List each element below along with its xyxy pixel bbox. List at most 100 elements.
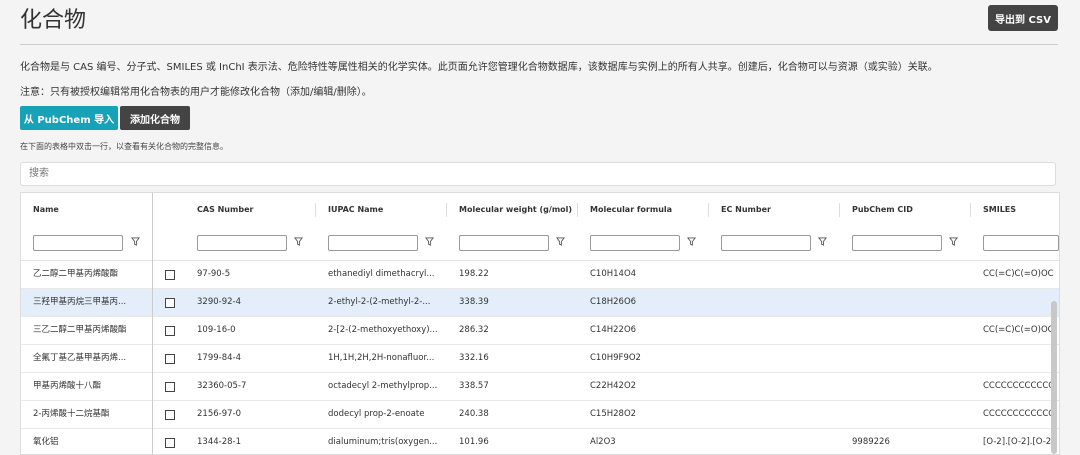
column-separator[interactable] [315, 203, 316, 217]
cell-cid [852, 289, 967, 316]
table-row[interactable]: 2-丙烯酸十二烷基酯 2156-97-0 dodecyl prop-2-enoate… [21, 401, 1059, 429]
cell-name: 氧化铝 [33, 437, 59, 447]
cell-cas: 97-90-5 [197, 269, 231, 279]
cell-smiles: CC(=C)C(=O)OC [983, 325, 1054, 335]
cell-name: 全氟丁基乙基甲基丙烯... [33, 353, 127, 363]
cell-ec [721, 289, 836, 316]
filter-input-cas[interactable] [197, 235, 287, 251]
filter-input-iupac[interactable] [328, 235, 418, 251]
table-row[interactable]: 三羟甲基丙烷三甲基丙... 3290-92-4 2-ethyl-2-(2-methy… [21, 289, 1059, 317]
cell-iupac: 2-[2-(2-methoxyethoxy)... [328, 325, 438, 335]
import-pubchem-button[interactable]: 从 PubChem 导入 [20, 106, 118, 130]
filter-icon[interactable] [818, 237, 827, 246]
column-header-cas[interactable]: CAS Number [197, 193, 253, 226]
cell-cas: 1799-84-4 [197, 353, 241, 363]
column-header-ec[interactable]: EC Number [721, 193, 771, 226]
cell-iupac: octadecyl 2-methylprop... [328, 381, 438, 391]
cell-cas: 109-16-0 [197, 325, 236, 335]
filter-input-mw[interactable] [459, 235, 549, 251]
row-checkbox[interactable] [165, 382, 175, 392]
table-row[interactable]: 三乙二醇二甲基丙烯酸酯 109-16-0 2-[2-(2-methoxyethoxy… [21, 317, 1059, 345]
search-input[interactable]: 搜索 [20, 162, 1056, 186]
filter-icon[interactable] [949, 237, 958, 246]
permission-note: 注意：只有被授权编辑常用化合物表的用户才能修改化合物（添加/编辑/删除）。 [20, 87, 372, 98]
cell-iupac: dialuminum;tris(oxygen... [328, 437, 438, 447]
filter-input-smiles[interactable] [983, 235, 1059, 251]
row-checkbox[interactable] [165, 326, 175, 336]
column-separator[interactable] [970, 203, 971, 217]
column-separator[interactable] [446, 203, 447, 217]
cell-formula: C14H22O6 [590, 325, 637, 335]
row-checkbox[interactable] [165, 354, 175, 364]
cell-smiles: CCCCCCCCCCCC [983, 381, 1055, 391]
row-checkbox[interactable] [165, 410, 175, 420]
cell-ec [721, 317, 836, 344]
cell-smiles [983, 345, 1057, 372]
filter-icon[interactable] [556, 237, 565, 246]
table-row[interactable]: 氧化铝 1344-28-1 dialuminum;tris(oxygen... 101… [21, 429, 1059, 454]
cell-name: 甲基丙烯酸十八酯 [33, 381, 102, 391]
cell-formula: C10H14O4 [590, 269, 637, 279]
row-checkbox[interactable] [165, 298, 175, 308]
table-row[interactable]: 乙二醇二甲基丙烯酸酯 97-90-5 ethanediyl dimethacryl.… [21, 261, 1059, 289]
table-row[interactable]: 全氟丁基乙基甲基丙烯... 1799-84-4 1H,1H,2H,2H-nonafl… [21, 345, 1059, 373]
column-header-smiles[interactable]: SMILES [983, 193, 1016, 226]
cell-smiles: CC(=C)C(=O)OC [983, 269, 1054, 279]
column-header-mw[interactable]: Molecular weight (g/mol) [459, 193, 572, 226]
column-separator[interactable] [839, 203, 840, 217]
cell-cid [852, 317, 967, 344]
filter-icon[interactable] [687, 237, 696, 246]
cell-mw: 198.22 [459, 269, 489, 279]
add-compound-button[interactable]: 添加化合物 [120, 106, 190, 130]
compounds-table: Name CAS Number IUPAC Name Molecular wei… [20, 192, 1060, 455]
cell-mw: 338.39 [459, 297, 489, 307]
cell-formula: C22H42O2 [590, 381, 637, 391]
column-header-name[interactable]: Name [33, 193, 59, 226]
column-header-formula[interactable]: Molecular formula [590, 193, 672, 226]
row-checkbox[interactable] [165, 438, 175, 448]
filter-icon[interactable] [425, 237, 434, 246]
filter-icon[interactable] [294, 237, 303, 246]
column-separator[interactable] [577, 203, 578, 217]
page-title: 化合物 [20, 8, 87, 33]
column-header-iupac[interactable]: IUPAC Name [328, 193, 383, 226]
filter-row [21, 226, 1059, 261]
title-divider [20, 44, 1058, 45]
table-header: Name CAS Number IUPAC Name Molecular wei… [21, 193, 1059, 227]
cell-ec [721, 429, 836, 454]
filter-input-pubchem-cid[interactable] [852, 235, 942, 251]
cell-mw: 240.38 [459, 409, 489, 419]
filter-input-formula[interactable] [590, 235, 680, 251]
row-checkbox[interactable] [165, 270, 175, 280]
cell-mw: 338.57 [459, 381, 489, 391]
pinned-column-divider [152, 193, 153, 454]
cell-ec [721, 373, 836, 400]
vertical-scrollbar[interactable] [1051, 301, 1057, 454]
filter-input-name[interactable] [33, 235, 123, 251]
cell-cid [852, 345, 967, 372]
cell-formula: Al2O3 [590, 437, 616, 447]
cell-cid [852, 373, 967, 400]
page-description: 化合物是与 CAS 编号、分子式、SMILES 或 InChI 表示法、危险特性… [20, 62, 938, 73]
export-csv-button[interactable]: 导出到 CSV [988, 5, 1058, 31]
cell-formula: C18H26O6 [590, 297, 637, 307]
cell-mw: 101.96 [459, 437, 489, 447]
cell-iupac: 2-ethyl-2-(2-methyl-2-... [328, 297, 431, 307]
cell-smiles: CCCCCCCCCCCC [983, 409, 1055, 419]
cell-name: 乙二醇二甲基丙烯酸酯 [33, 269, 119, 279]
column-separator[interactable] [708, 203, 709, 217]
cell-cas: 3290-92-4 [197, 297, 241, 307]
filter-input-ec[interactable] [721, 235, 811, 251]
cell-ec [721, 261, 836, 288]
cell-iupac: dodecyl prop-2-enoate [328, 409, 425, 419]
filter-icon[interactable] [131, 237, 140, 246]
column-header-pubchem-cid[interactable]: PubChem CID [852, 193, 913, 226]
cell-cas: 32360-05-7 [197, 381, 247, 391]
cell-mw: 332.16 [459, 353, 489, 363]
cell-cid [852, 401, 967, 428]
table-row[interactable]: 甲基丙烯酸十八酯 32360-05-7 octadecyl 2-methylprop… [21, 373, 1059, 401]
cell-mw: 286.32 [459, 325, 489, 335]
cell-ec [721, 401, 836, 428]
cell-cid [852, 261, 967, 288]
cell-ec [721, 345, 836, 372]
